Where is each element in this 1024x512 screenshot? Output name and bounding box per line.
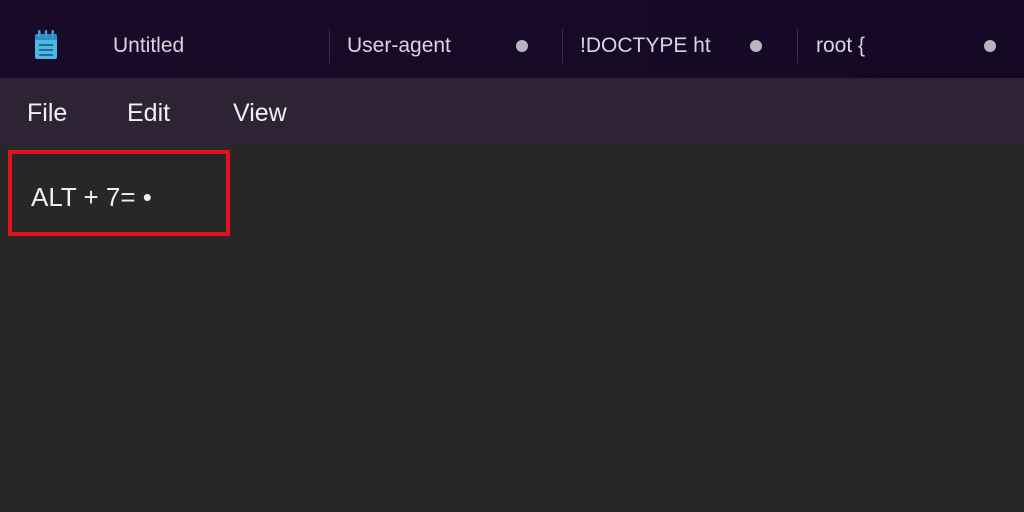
notepad-icon (35, 30, 57, 59)
menu-view[interactable]: View (233, 97, 287, 129)
unsaved-indicator-icon (516, 40, 528, 52)
tab-separator (329, 29, 330, 63)
menu-file[interactable]: File (27, 97, 67, 129)
notepad-window: Untitled User-agent !DOCTYPE ht root { F… (0, 0, 1024, 512)
unsaved-indicator-icon (750, 40, 762, 52)
tab-root[interactable]: root { (816, 29, 865, 63)
tab-untitled[interactable]: Untitled (113, 29, 184, 63)
unsaved-indicator-icon (984, 40, 996, 52)
tab-user-agent[interactable]: User-agent (347, 29, 451, 63)
tab-title: root { (816, 34, 866, 57)
tab-separator (562, 29, 563, 63)
menu-edit[interactable]: Edit (127, 97, 170, 129)
highlight-annotation-box (8, 150, 230, 236)
tab-title: User-agent (347, 34, 451, 57)
tab-doctype[interactable]: !DOCTYPE ht (580, 29, 711, 63)
tab-strip: Untitled User-agent !DOCTYPE ht root { (0, 0, 1024, 78)
tab-separator (797, 29, 798, 63)
tab-title: !DOCTYPE ht (580, 34, 711, 57)
tab-title: Untitled (113, 34, 185, 57)
